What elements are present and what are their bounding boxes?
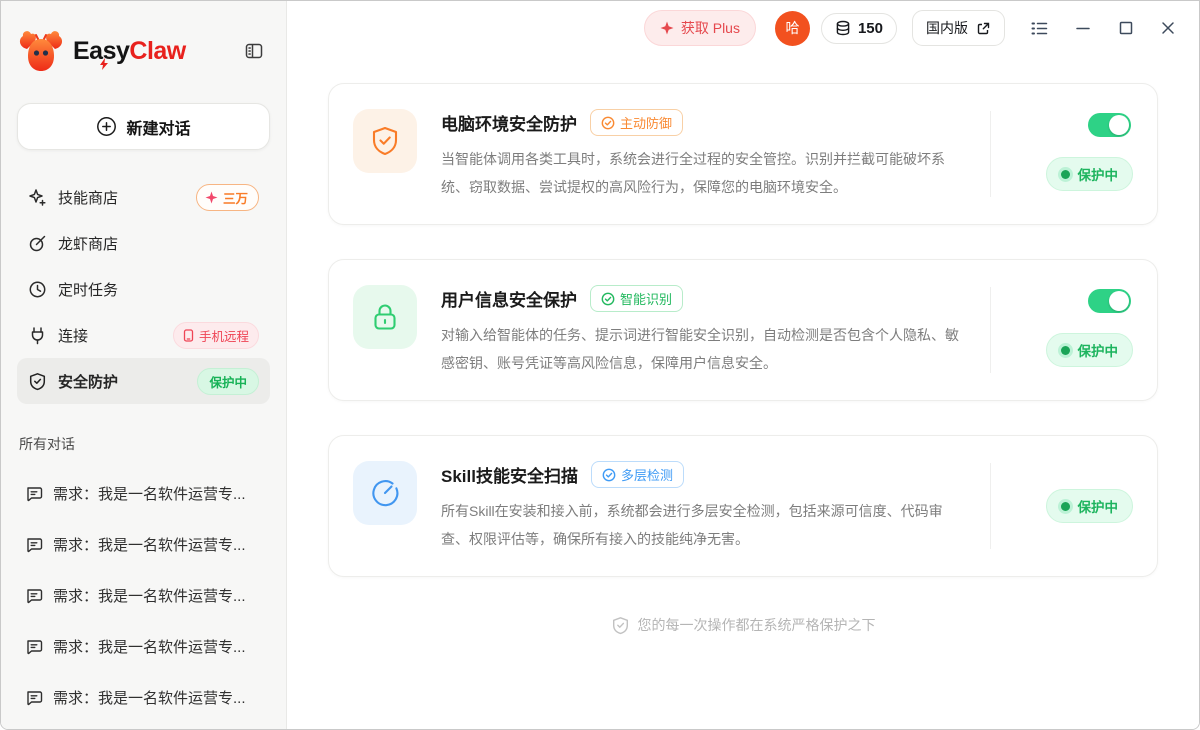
new-chat-label: 新建对话 [126,115,190,139]
lock-icon [353,285,417,349]
minimize-button[interactable] [1074,19,1092,37]
card-title: 电脑环境安全防护 [441,110,577,135]
spark-icon [660,21,674,35]
chat-list-item[interactable]: 需求：我是一名软件运营专... [17,672,270,723]
sidebar-nav: 技能商店 三万 龙虾商店 [17,174,270,404]
sidebar-item-lobster-store[interactable]: 龙虾商店 [17,220,270,266]
region-button[interactable]: 国内版 [912,10,1005,46]
sidebar-item-connect[interactable]: 连接 手机远程 [17,312,270,358]
region-label: 国内版 [926,18,968,38]
shield-check-icon [353,109,417,173]
get-plus-button[interactable]: 获取 Plus [644,10,756,46]
sidebar-item-skill-store[interactable]: 技能商店 三万 [17,174,270,220]
footer-note-text: 您的每一次操作都在系统严格保护之下 [638,615,876,635]
external-link-icon [976,21,991,36]
all-chats-label: 所有对话 [17,434,270,454]
chat-icon [25,485,43,503]
logo-row: EasyClaw [17,27,270,75]
chat-list-item[interactable]: 需求：我是一名软件运营专... [17,621,270,672]
card-description: 当智能体调用各类工具时，系统会进行全过程的安全管控。识别并拦截可能破坏系统、窃取… [441,145,968,201]
skill-count-badge: 三万 [196,184,259,211]
card-user-info-security: 用户信息安全保护 智能识别 对输入给智能体的任务、提示词进行智能安全识别，自动检… [328,259,1158,401]
chat-list-item[interactable]: 需求：我是一名软件运营专... [17,570,270,621]
brand-name: EasyClaw [73,37,186,66]
app-window: EasyClaw 新建对话 [0,0,1200,730]
shield-check-icon [611,616,630,635]
sidebar-item-label: 连接 [58,325,88,346]
footer-note: 您的每一次操作都在系统严格保护之下 [328,615,1158,635]
lobster-logo-icon [17,27,65,75]
chat-icon [25,689,43,707]
check-circle-icon [601,116,615,130]
check-circle-icon [601,292,615,306]
phone-icon [183,329,194,342]
card-description: 所有Skill在安装和接入前，系统都会进行多层安全检测，包括来源可信度、代码审查… [441,497,968,553]
sparkle-icon [28,188,47,207]
coins-icon [835,20,851,36]
chat-title: 需求：我是一名软件运营专... [53,585,246,606]
status-badge: 保护中 [1046,489,1134,523]
sidebar: EasyClaw 新建对话 [1,1,287,729]
security-settings-panel: 电脑环境安全防护 主动防御 当智能体调用各类工具时，系统会进行全过程的安全管控。… [328,83,1158,635]
sidebar-item-label: 定时任务 [58,279,118,300]
plug-icon [28,326,47,345]
chat-list-item[interactable]: 需求：我是一名软件运营专... [17,519,270,570]
shield-icon [28,372,47,391]
status-dot [1061,346,1070,355]
brand-claw: Claw [129,37,185,65]
protecting-badge: 保护中 [197,368,259,395]
chat-title: 需求：我是一名软件运营专... [53,534,246,555]
feature-badge: 主动防御 [590,109,683,136]
scan-timer-icon [353,461,417,525]
new-chat-button[interactable]: 新建对话 [17,103,270,150]
bolt-icon [99,58,109,70]
status-dot [1061,170,1070,179]
sidebar-collapse-icon[interactable] [244,41,264,61]
status-badge: 保护中 [1046,333,1134,367]
chat-title: 需求：我是一名软件运营专... [53,687,246,708]
card-skill-scan: Skill技能安全扫描 多层检测 所有Skill在安装和接入前，系统都会进行多层… [328,435,1158,577]
main-area: 获取 Plus 哈 150 国内版 [287,1,1199,729]
credits-count: 150 [858,20,883,37]
lobster-store-icon [28,234,47,253]
chat-icon [25,638,43,656]
chat-title: 需求：我是一名软件运营专... [53,483,246,504]
sidebar-item-scheduled-tasks[interactable]: 定时任务 [17,266,270,312]
chat-icon [25,587,43,605]
sidebar-item-label: 龙虾商店 [58,233,118,254]
task-list-icon[interactable] [1030,19,1049,38]
close-button[interactable] [1159,19,1177,37]
maximize-button[interactable] [1117,19,1135,37]
feature-badge: 多层检测 [591,461,684,488]
card-title: 用户信息安全保护 [441,286,577,311]
avatar[interactable]: 哈 [775,11,810,46]
card-computer-security: 电脑环境安全防护 主动防御 当智能体调用各类工具时，系统会进行全过程的安全管控。… [328,83,1158,225]
titlebar: 获取 Plus 哈 150 国内版 [287,1,1199,55]
protection-toggle[interactable] [1088,289,1131,313]
chat-title: 需求：我是一名软件运营专... [53,636,246,657]
phone-remote-badge: 手机远程 [173,322,259,349]
plus-circle-icon [96,116,117,137]
status-dot [1061,502,1070,511]
card-description: 对输入给智能体的任务、提示词进行智能安全识别，自动检测是否包含个人隐私、敏感密钥… [441,321,968,377]
sidebar-item-security[interactable]: 安全防护 保护中 [17,358,270,404]
feature-badge: 智能识别 [590,285,683,312]
chat-icon [25,536,43,554]
sidebar-item-label: 安全防护 [58,371,118,392]
clock-icon [28,280,47,299]
sidebar-item-label: 技能商店 [58,187,118,208]
credits-button[interactable]: 150 [821,13,897,44]
spark-icon [205,191,218,204]
card-title: Skill技能安全扫描 [441,462,578,487]
chat-list-item[interactable]: 需求：我是一名软件运营专... [17,468,270,519]
get-plus-label: 获取 Plus [681,18,740,38]
protection-toggle[interactable] [1088,113,1131,137]
check-circle-icon [602,468,616,482]
status-badge: 保护中 [1046,157,1134,191]
chat-list: 需求：我是一名软件运营专... 需求：我是一名软件运营专... 需求：我是一名软… [17,468,270,723]
